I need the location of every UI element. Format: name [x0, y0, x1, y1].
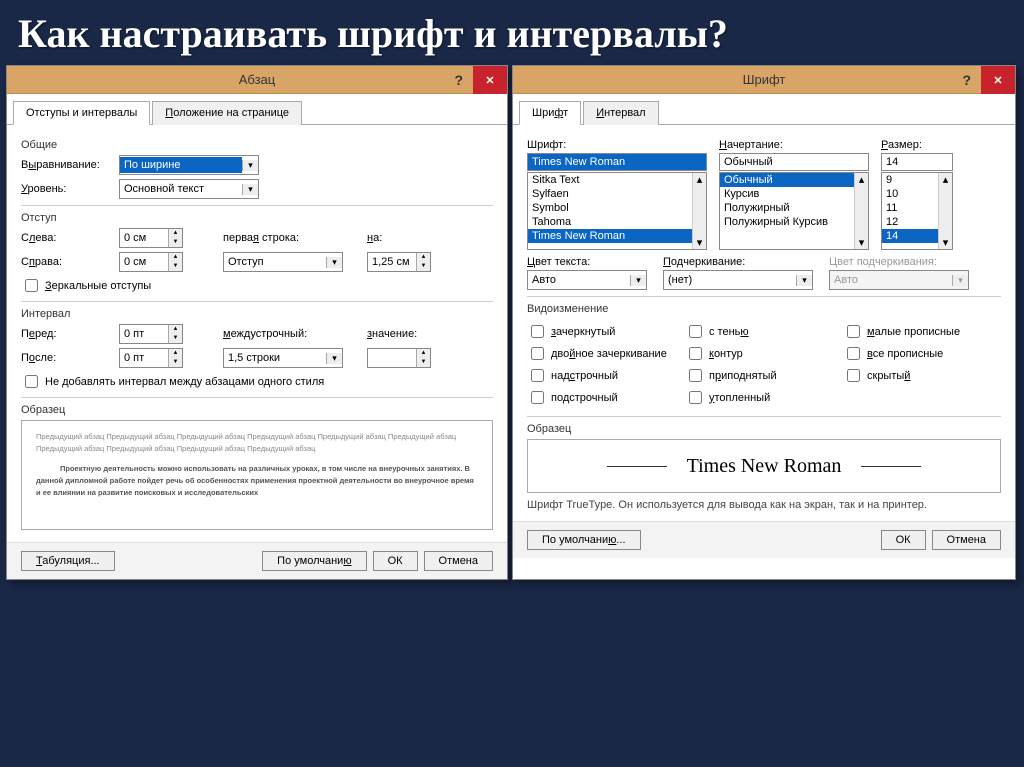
tab-spacing[interactable]: Интервал [583, 101, 658, 125]
dialogs-container: Абзац ? ✕ Отступы и интервалы Положение … [0, 65, 1024, 580]
help-icon[interactable]: ? [956, 68, 977, 92]
chk-smallcaps[interactable]: малые прописные [843, 322, 1001, 341]
indent-section-label: Отступ [21, 212, 493, 224]
nosame-checkbox[interactable]: Не добавлять интервал между абзацами одн… [21, 372, 493, 391]
underline-color-label: Цвет подчеркивания: [829, 256, 969, 268]
cancel-button[interactable]: Отмена [424, 551, 493, 571]
underline-label: Подчеркивание: [663, 256, 813, 268]
chk-emboss[interactable]: приподнятый [685, 366, 843, 385]
after-label: После: [21, 352, 111, 364]
paragraph-buttons: Табуляция... По умолчанию ОК Отмена [7, 542, 507, 579]
chevron-down-icon: ▾ [796, 275, 812, 286]
chk-engrave[interactable]: утопленный [685, 388, 843, 407]
help-icon[interactable]: ? [448, 68, 469, 92]
underline-select[interactable]: (нет)▾ [663, 270, 813, 290]
cancel-button[interactable]: Отмена [932, 530, 1001, 550]
scrollbar[interactable]: ▴▾ [692, 173, 706, 249]
sample-box: Times New Roman [527, 439, 1001, 493]
line-spacing-label: междустрочный: [223, 328, 319, 340]
chevron-down-icon: ▾ [952, 275, 968, 286]
paragraph-title: Абзац [7, 72, 507, 87]
font-label: Шрифт: [527, 139, 707, 151]
spacing-section-label: Интервал [21, 308, 493, 320]
size-listbox[interactable]: 9 10 11 12 14 ▴▾ [881, 172, 953, 250]
mirror-indent-checkbox[interactable]: Зеркальные отступы [21, 276, 493, 295]
tab-font[interactable]: Шрифт [519, 101, 581, 125]
default-button[interactable]: По умолчанию [262, 551, 366, 571]
font-buttons: По умолчанию... ОК Отмена [513, 521, 1015, 558]
font-title: Шрифт [513, 72, 1015, 87]
font-dialog: Шрифт ? ✕ Шрифт Интервал Шрифт: Times Ne… [512, 65, 1016, 580]
close-icon[interactable]: ✕ [981, 66, 1015, 94]
preview-box: Предыдущий абзац Предыдущий абзац Предыд… [21, 420, 493, 530]
tabs-button[interactable]: Табуляция... [21, 551, 115, 571]
chevron-down-icon: ▾ [630, 275, 646, 286]
chk-allcaps[interactable]: все прописные [843, 344, 1001, 363]
before-label: Перед: [21, 328, 111, 340]
paragraph-titlebar: Абзац ? ✕ [7, 66, 507, 94]
chk-shadow[interactable]: с тенью [685, 322, 843, 341]
font-listbox[interactable]: Sitka Text Sylfaen Symbol Tahoma Times N… [527, 172, 707, 250]
indent-right-spinner[interactable]: ▲▼ [119, 252, 183, 272]
chk-outline[interactable]: контур [685, 344, 843, 363]
line-spacing-select[interactable]: 1,5 строки▾ [223, 348, 343, 368]
chevron-down-icon: ▾ [242, 160, 258, 171]
font-tabs: Шрифт Интервал [513, 94, 1015, 125]
paragraph-tabs: Отступы и интервалы Положение на страниц… [7, 94, 507, 125]
ok-button[interactable]: ОК [373, 551, 418, 571]
chk-sub[interactable]: подстрочный [527, 388, 685, 407]
indent-right-label: Справа: [21, 256, 111, 268]
size-label: Размер: [881, 139, 953, 151]
font-body: Шрифт: Times New Roman Sitka Text Sylfae… [513, 125, 1015, 521]
paragraph-dialog: Абзац ? ✕ Отступы и интервалы Положение … [6, 65, 508, 580]
chevron-down-icon: ▾ [326, 257, 342, 268]
ok-button[interactable]: ОК [881, 530, 926, 550]
chk-hidden[interactable]: скрытый [843, 366, 1001, 385]
by-spinner[interactable]: ▲▼ [367, 252, 431, 272]
chk-dblstrike[interactable]: двойное зачеркивание [527, 344, 685, 363]
scrollbar[interactable]: ▴▾ [854, 173, 868, 249]
default-button[interactable]: По умолчанию... [527, 530, 641, 550]
tab-indents[interactable]: Отступы и интервалы [13, 101, 150, 125]
indent-left-label: Слева: [21, 232, 111, 244]
tab-page-position[interactable]: Положение на странице [152, 101, 302, 125]
general-section-label: Общие [21, 139, 493, 151]
style-input[interactable]: Обычный [719, 153, 869, 171]
style-label: Начертание: [719, 139, 869, 151]
align-select[interactable]: По ширине▾ [119, 155, 259, 175]
color-select[interactable]: Авто▾ [527, 270, 647, 290]
effects-group: зачеркнутый двойное зачеркивание надстро… [527, 319, 1001, 410]
align-label: Выравнивание: [21, 159, 111, 171]
close-icon[interactable]: ✕ [473, 66, 507, 94]
effects-label: Видоизменение [527, 303, 1001, 315]
underline-color-select: Авто▾ [829, 270, 969, 290]
size-input[interactable]: 14 [881, 153, 953, 171]
at-label: значение: [367, 328, 421, 340]
after-spinner[interactable]: ▲▼ [119, 348, 183, 368]
color-label: Цвет текста: [527, 256, 647, 268]
preview-label: Образец [21, 404, 493, 416]
first-line-select[interactable]: Отступ▾ [223, 252, 343, 272]
level-label: Уровень: [21, 183, 111, 195]
sample-label: Образец [527, 423, 1001, 435]
chevron-down-icon: ▾ [242, 184, 258, 195]
font-input[interactable]: Times New Roman [527, 153, 707, 171]
font-titlebar: Шрифт ? ✕ [513, 66, 1015, 94]
paragraph-body: Общие Выравнивание: По ширине▾ Уровень: … [7, 125, 507, 542]
slide-title: Как настраивать шрифт и интервалы? [0, 0, 1024, 65]
indent-left-spinner[interactable]: ▲▼ [119, 228, 183, 248]
first-line-label: первая строка: [223, 232, 319, 244]
font-footnote: Шрифт TrueType. Он используется для выво… [527, 499, 1001, 511]
chk-super[interactable]: надстрочный [527, 366, 685, 385]
at-spinner[interactable]: ▲▼ [367, 348, 431, 368]
scrollbar[interactable]: ▴▾ [938, 173, 952, 249]
chevron-down-icon: ▾ [326, 353, 342, 364]
style-listbox[interactable]: Обычный Курсив Полужирный Полужирный Кур… [719, 172, 869, 250]
level-select[interactable]: Основной текст▾ [119, 179, 259, 199]
chk-strike[interactable]: зачеркнутый [527, 322, 685, 341]
by-label: на: [367, 232, 407, 244]
before-spinner[interactable]: ▲▼ [119, 324, 183, 344]
